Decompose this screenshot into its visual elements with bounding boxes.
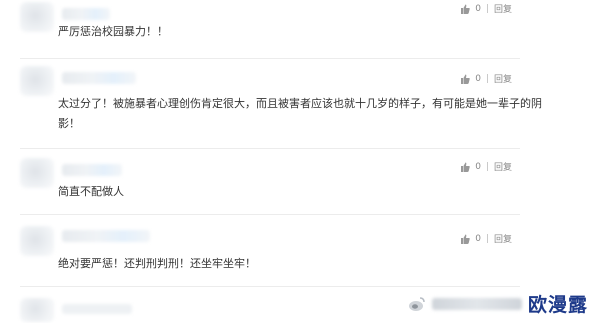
avatar[interactable]	[20, 226, 54, 256]
username[interactable]	[62, 8, 110, 20]
watermark: 欧漫露	[408, 290, 588, 317]
weibo-logo-icon	[408, 296, 426, 312]
divider: |	[485, 73, 489, 84]
divider-line	[20, 214, 520, 215]
divider-line	[20, 286, 520, 287]
avatar[interactable]	[20, 158, 54, 188]
like-count: 0	[475, 3, 481, 14]
username[interactable]	[62, 164, 122, 176]
comment-actions: 0 | 回复	[460, 160, 512, 173]
divider: |	[485, 3, 489, 14]
watermark-account	[431, 297, 522, 310]
thumbs-up-icon[interactable]	[460, 74, 470, 84]
username[interactable]	[62, 230, 150, 242]
username[interactable]	[62, 304, 132, 314]
reply-link[interactable]: 回复	[494, 2, 512, 15]
thumbs-up-icon[interactable]	[460, 4, 470, 14]
comment-text: 太过分了！被施暴者心理创伤肯定很大，而且被害者应该也就十几岁的样子，有可能是她一…	[58, 94, 558, 134]
thumbs-up-icon[interactable]	[460, 162, 470, 172]
comment-actions: 0 | 回复	[460, 232, 512, 245]
comment-text-line: 影！	[58, 117, 80, 130]
divider: |	[485, 233, 489, 244]
comment-actions: 0 | 回复	[460, 2, 512, 15]
divider-line	[20, 148, 520, 149]
avatar[interactable]	[20, 2, 54, 32]
divider: |	[485, 161, 489, 172]
comment-text: 简直不配做人	[58, 185, 124, 198]
avatar[interactable]	[20, 298, 54, 322]
like-count: 0	[475, 161, 481, 172]
like-count: 0	[475, 233, 481, 244]
reply-link[interactable]: 回复	[494, 72, 512, 85]
reply-link[interactable]: 回复	[494, 160, 512, 173]
like-count: 0	[475, 73, 481, 84]
username[interactable]	[62, 72, 136, 84]
avatar[interactable]	[20, 66, 54, 96]
reply-link[interactable]: 回复	[494, 232, 512, 245]
brand-label: 欧漫露	[527, 294, 588, 316]
divider-line	[20, 58, 520, 59]
comment-text: 绝对要严惩！还判刑判刑！还坐牢坐牢！	[58, 257, 256, 270]
thumbs-up-icon[interactable]	[460, 234, 470, 244]
comment-text-line: 太过分了！被施暴者心理创伤肯定很大，而且被害者应该也就十几岁的样子，有可能是她一…	[58, 97, 542, 110]
comment-actions: 0 | 回复	[460, 72, 512, 85]
comment-text: 严厉惩治校园暴力！！	[58, 25, 168, 38]
